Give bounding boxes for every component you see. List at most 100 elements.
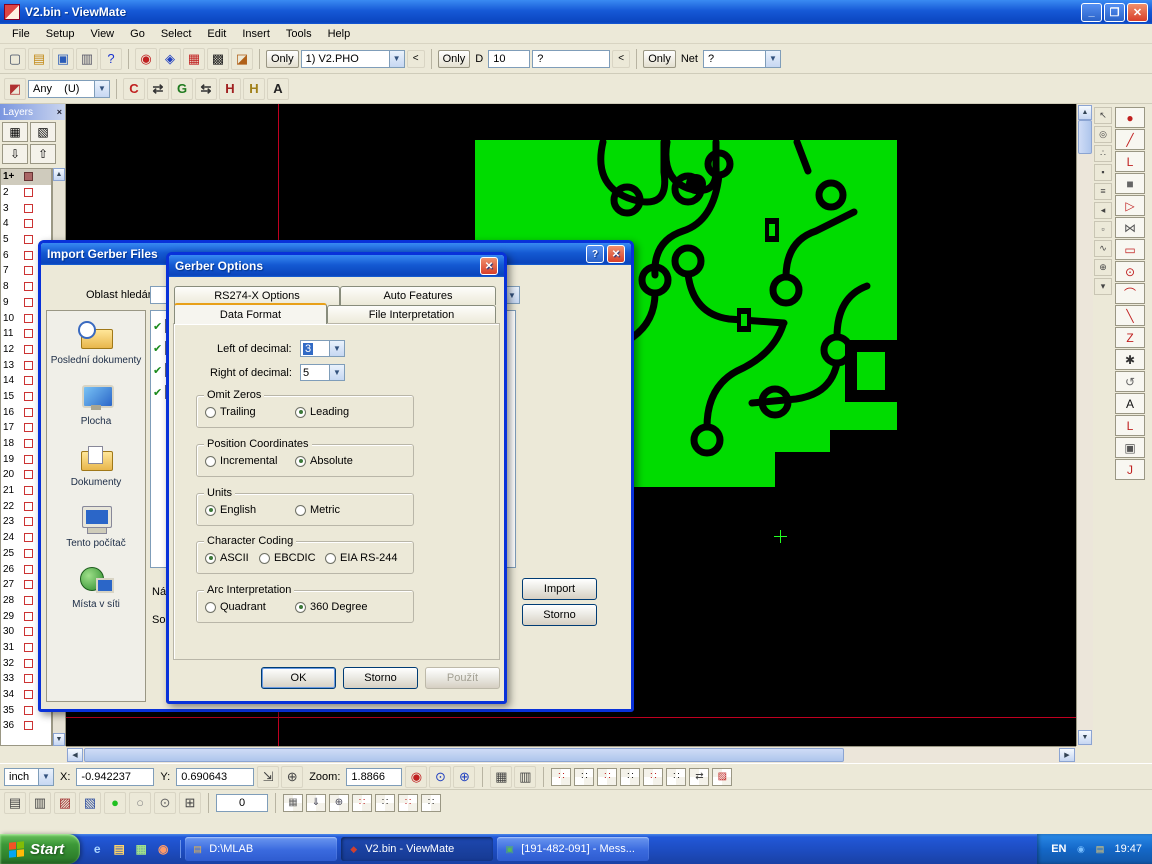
layer-grid-icon[interactable]: ▦ xyxy=(2,122,28,142)
film-pattern-icon-7[interactable]: ⇄ xyxy=(689,768,709,786)
layer-grid-alt-icon[interactable]: ▧ xyxy=(30,122,56,142)
storno-button[interactable]: Storno xyxy=(522,604,597,626)
tray-keyboard-icon[interactable]: ▤ xyxy=(1092,842,1107,857)
vscroll-thumb[interactable] xyxy=(1078,120,1092,154)
c-mode-icon[interactable]: C xyxy=(123,78,145,100)
insert-tool-icon[interactable]: ▣ xyxy=(1115,437,1145,458)
arc-tool-icon[interactable]: ⌒ xyxy=(1115,283,1145,304)
file-combo[interactable]: 1) V2.PHO ▼ xyxy=(301,50,405,68)
swap-back-icon[interactable]: ⇆ xyxy=(195,78,217,100)
menu-item[interactable]: Edit xyxy=(199,26,234,42)
layer-color-swatch[interactable] xyxy=(24,439,33,448)
tab-file-interpretation[interactable]: File Interpretation xyxy=(327,305,496,324)
units-combo[interactable]: inch ▼ xyxy=(4,768,54,786)
right-of-decimal-combo[interactable]: 5 ▼ xyxy=(300,364,345,381)
radio-quadrant[interactable] xyxy=(205,602,216,613)
film-pattern-icon-2[interactable]: ∷ xyxy=(574,768,594,786)
film-pattern-icon-6[interactable]: ∷ xyxy=(666,768,686,786)
prev-d-button[interactable]: < xyxy=(612,50,630,68)
layer-color-swatch[interactable] xyxy=(24,235,33,244)
layer-color-swatch[interactable] xyxy=(24,282,33,291)
canvas-hscrollbar[interactable]: ◀ ▶ xyxy=(66,746,1076,763)
task-mlab[interactable]: ▤ D:\MLAB xyxy=(185,837,337,861)
place-desktop[interactable]: Plocha xyxy=(48,382,144,427)
only-net-toggle[interactable]: Only xyxy=(643,50,676,68)
close-icon[interactable]: ✕ xyxy=(607,245,625,263)
chevron-down-icon[interactable]: ▼ xyxy=(329,340,345,357)
film-pattern-icon-4[interactable]: ∷ xyxy=(620,768,640,786)
gerber-dialog-titlebar[interactable]: Gerber Options ✕ xyxy=(169,255,504,277)
layer-color-swatch[interactable] xyxy=(24,565,33,574)
layer-color-swatch[interactable] xyxy=(24,627,33,636)
dcode-dark-icon[interactable]: ▩ xyxy=(207,48,229,70)
layer-color-swatch[interactable] xyxy=(24,470,33,479)
layer-color-swatch[interactable] xyxy=(24,266,33,275)
blank-icon[interactable]: ▫ xyxy=(1094,221,1112,238)
list-icon[interactable]: ≡ xyxy=(1094,183,1112,200)
dot-grid-icon[interactable]: ▦ xyxy=(283,794,303,812)
layer-color-swatch[interactable] xyxy=(24,690,33,699)
polyline-tool-icon[interactable]: ▷ xyxy=(1115,195,1145,216)
j-tool-icon[interactable]: J xyxy=(1115,459,1145,480)
origin-icon[interactable]: ⊕ xyxy=(281,766,303,788)
start-button[interactable]: Start xyxy=(0,834,80,864)
desktop-quicklaunch-icon[interactable]: ▦ xyxy=(132,840,150,858)
radio-eia-rs244[interactable] xyxy=(325,553,336,564)
layer-color-swatch[interactable] xyxy=(24,298,33,307)
layer-color-swatch[interactable] xyxy=(24,486,33,495)
dcode-flash-icon[interactable]: ◉ xyxy=(135,48,157,70)
layer-color-swatch[interactable] xyxy=(24,580,33,589)
layer-up-icon[interactable]: ⇧ xyxy=(30,144,56,164)
gear-tool-icon[interactable]: ✱ xyxy=(1115,349,1145,370)
mirror-tool-icon[interactable]: ⋈ xyxy=(1115,217,1145,238)
scroll-up-icon[interactable]: ▲ xyxy=(1078,105,1092,120)
canvas-vscrollbar[interactable]: ▲ ▼ xyxy=(1076,104,1093,746)
task-viewmate[interactable]: ◆ V2.bin - ViewMate xyxy=(341,837,493,861)
snap-icon[interactable]: ∴ xyxy=(1094,145,1112,162)
aperture-table-icon[interactable]: ▥ xyxy=(514,766,536,788)
media-quicklaunch-icon[interactable]: ◉ xyxy=(154,840,172,858)
film-pattern-icon-5[interactable]: ∷ xyxy=(643,768,663,786)
help-icon[interactable]: ? xyxy=(586,245,604,263)
layer-color-swatch[interactable] xyxy=(24,517,33,526)
dcode-select-icon[interactable]: ◈ xyxy=(159,48,181,70)
layer-row[interactable]: 4 xyxy=(1,216,51,232)
place-network[interactable]: Místa v síti xyxy=(48,565,144,610)
zoom-all-icon[interactable]: ⊕ xyxy=(453,766,475,788)
print-icon[interactable]: ▥ xyxy=(76,48,98,70)
filled-rect-tool-icon[interactable]: ■ xyxy=(1115,173,1145,194)
layer-color-swatch[interactable] xyxy=(24,549,33,558)
menu-item[interactable]: File xyxy=(4,26,38,42)
tab-auto-features[interactable]: Auto Features xyxy=(340,286,496,305)
chevron-down-icon[interactable]: ▼ xyxy=(38,768,54,786)
layer-color-swatch[interactable] xyxy=(24,219,33,228)
stack-icon[interactable]: ▤ xyxy=(4,792,26,814)
menu-item[interactable]: Go xyxy=(122,26,153,42)
place-documents[interactable]: Dokumenty xyxy=(48,443,144,488)
flash-mode-icon[interactable]: ◩ xyxy=(4,78,26,100)
film-pattern-icon-1[interactable]: ∷ xyxy=(551,768,571,786)
h-mode-icon[interactable]: H xyxy=(219,78,241,100)
layer-color-swatch[interactable] xyxy=(24,643,33,652)
storno-button[interactable]: Storno xyxy=(343,667,418,689)
menu-item[interactable]: Help xyxy=(320,26,359,42)
layer-color-swatch[interactable] xyxy=(24,376,33,385)
layer-down-icon[interactable]: ⇩ xyxy=(2,144,28,164)
zoom-point-icon[interactable]: ◉ xyxy=(405,766,427,788)
circle-tool-icon[interactable]: ⊙ xyxy=(1115,261,1145,282)
layer-color-swatch[interactable] xyxy=(24,314,33,323)
layer-color-swatch[interactable] xyxy=(24,596,33,605)
h2-mode-icon[interactable]: H xyxy=(243,78,265,100)
rotate-tool-icon[interactable]: ↺ xyxy=(1115,371,1145,392)
folder-quicklaunch-icon[interactable]: ▤ xyxy=(110,840,128,858)
stack-alt-icon[interactable]: ▥ xyxy=(29,792,51,814)
y-coordinate-field[interactable]: 0.690643 xyxy=(176,768,254,786)
grid-table-icon[interactable]: ⊞ xyxy=(179,792,201,814)
layer-color-swatch[interactable] xyxy=(24,188,33,197)
layer-color-swatch[interactable] xyxy=(24,423,33,432)
dcode-mixed-icon[interactable]: ◪ xyxy=(231,48,253,70)
menu-item[interactable]: Insert xyxy=(234,26,278,42)
anchor-icon[interactable]: ⇓ xyxy=(306,794,326,812)
layer-color-swatch[interactable] xyxy=(24,361,33,370)
scroll-right-icon[interactable]: ▶ xyxy=(1059,748,1075,762)
